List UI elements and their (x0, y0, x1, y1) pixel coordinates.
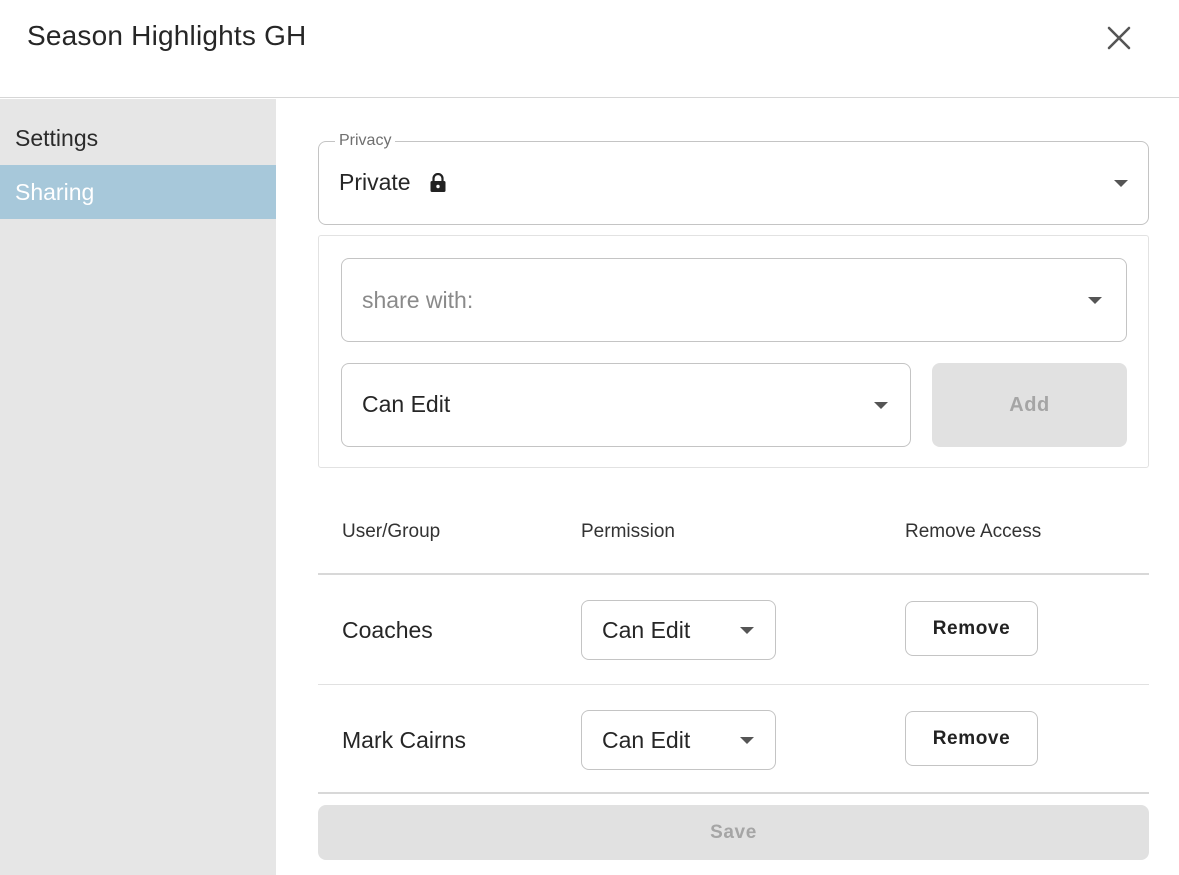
close-button[interactable] (1100, 19, 1138, 57)
chevron-down-icon (1114, 180, 1128, 187)
chevron-down-icon (740, 627, 754, 634)
remove-button[interactable]: Remove (905, 601, 1038, 656)
table-row: Coaches Can Edit Remove (318, 575, 1149, 685)
access-table: User/Group Permission Remove Access Coac… (318, 479, 1149, 794)
sidebar-item-label: Sharing (15, 178, 95, 205)
chevron-down-icon[interactable] (1088, 297, 1102, 304)
column-header-remove-access: Remove Access (905, 521, 1042, 542)
share-form: Can Edit Add (318, 235, 1149, 468)
share-with-field[interactable] (341, 258, 1127, 342)
sidebar-item-sharing[interactable]: Sharing (0, 165, 276, 219)
column-header-permission: Permission (581, 521, 675, 542)
sidebar-item-settings[interactable]: Settings (0, 111, 276, 165)
row-permission-select[interactable]: Can Edit (581, 600, 776, 660)
sidebar-item-label: Settings (15, 124, 99, 151)
dialog-title: Season Highlights GH (27, 20, 307, 51)
share-permission-select[interactable]: Can Edit (341, 363, 911, 447)
privacy-select[interactable]: Privacy Private (318, 132, 1149, 225)
remove-button[interactable]: Remove (905, 711, 1038, 766)
row-user-name: Coaches (342, 617, 433, 643)
chevron-down-icon (874, 402, 888, 409)
column-header-user-group: User/Group (342, 521, 441, 542)
row-permission-select[interactable]: Can Edit (581, 710, 776, 770)
privacy-value: Private (339, 169, 411, 195)
sidebar: Settings Sharing (0, 99, 276, 875)
row-user-name: Mark Cairns (342, 727, 466, 753)
share-with-input[interactable] (362, 279, 1062, 321)
dialog-header: Season Highlights GH (0, 0, 1179, 98)
privacy-label: Privacy (335, 132, 396, 150)
lock-icon (429, 172, 447, 193)
privacy-value-wrap: Private (339, 169, 447, 196)
share-permission-value: Can Edit (362, 391, 451, 417)
table-header: User/Group Permission Remove Access (318, 479, 1149, 575)
close-icon[interactable] (1106, 25, 1132, 51)
table-row: Mark Cairns Can Edit Remove (318, 685, 1149, 794)
add-button[interactable]: Add (932, 363, 1127, 447)
row-permission-value: Can Edit (602, 617, 691, 643)
row-permission-value: Can Edit (602, 727, 691, 753)
sharing-panel: Privacy Private Can Edit Add User/Grou (276, 99, 1179, 875)
chevron-down-icon (740, 737, 754, 744)
save-button[interactable]: Save (318, 805, 1149, 860)
